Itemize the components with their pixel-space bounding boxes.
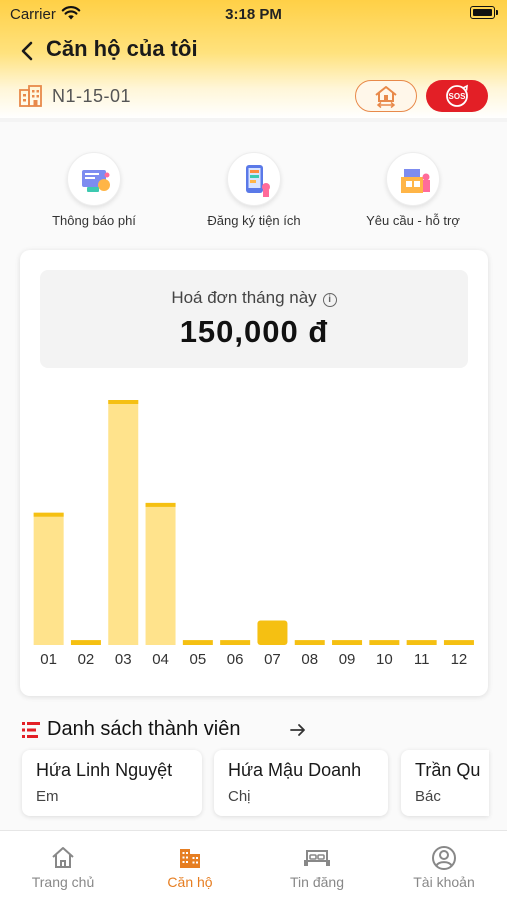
chart-bar-02[interactable] [70, 640, 101, 645]
tab-home[interactable]: Trang chủ [0, 831, 126, 900]
chart-tick-label: 10 [376, 651, 393, 668]
invoice-label-row: Hoá đơn tháng này i [40, 288, 468, 308]
chart-bar-10[interactable] [369, 640, 400, 645]
member-name: Hứa Linh Nguyệt [36, 760, 173, 780]
account-icon [432, 846, 456, 870]
member-name: Trần Qu [415, 760, 481, 780]
member-card[interactable]: Hứa Mậu Doanh Chị [214, 750, 388, 816]
quick-action-label: Thông báo phí [52, 213, 136, 228]
bed-icon [304, 850, 330, 866]
tab-apartment[interactable]: Căn hộ [127, 831, 253, 900]
tab-label: Căn hộ [167, 874, 213, 890]
tab-bar: Trang chủ Căn hộ Tin đăng Tài khoản [0, 830, 507, 900]
chart-bar-09[interactable] [332, 640, 363, 645]
back-button[interactable] [12, 36, 42, 66]
chart-tick-label: 11 [414, 651, 430, 668]
chart-bar-12[interactable] [443, 640, 474, 645]
tab-account[interactable]: Tài khoản [381, 831, 507, 900]
chart-bar-cap-03 [108, 400, 139, 404]
member-role: Bác [415, 788, 441, 805]
member-role: Em [36, 788, 59, 805]
main-content: Thông báo phí Đăng ký tiện ích Yêu cầu -… [0, 122, 507, 830]
clock: 3:18 PM [225, 6, 282, 23]
quick-action-support-request[interactable]: Yêu cầu - hỗ trợ [333, 152, 493, 228]
member-card[interactable]: Trần Qu Bác [401, 750, 489, 816]
invoice-label: Hoá đơn tháng này [171, 288, 317, 307]
switch-apartment-button[interactable] [355, 80, 417, 112]
quick-action-utility-registration[interactable]: Đăng ký tiện ích [174, 152, 334, 228]
member-role: Chị [228, 788, 251, 805]
sos-icon: SOS [446, 84, 468, 107]
chart-bar-cap-01 [33, 512, 64, 517]
list-icon [22, 722, 40, 738]
support-request-icon [386, 152, 440, 206]
chart-bar-11[interactable] [406, 640, 437, 645]
sos-button[interactable]: SOS [426, 80, 488, 112]
members-header[interactable]: Danh sách thành viên [0, 716, 507, 746]
chart-bar-03[interactable] [108, 400, 139, 645]
chart-tick-label: 12 [451, 651, 468, 668]
monthly-invoice-chart: 01 02 03 04 05 06 07 08 09 10 11 12 [33, 400, 474, 668]
fee-notice-icon [67, 152, 121, 206]
home-icon [52, 847, 74, 868]
chart-tick-label: 03 [115, 651, 132, 668]
member-name: Hứa Mậu Doanh [228, 760, 362, 780]
chart-bar-01[interactable] [33, 512, 64, 645]
chart-tick-label: 02 [78, 651, 95, 668]
chart-tick-label: 07 [264, 651, 281, 668]
members-title: Danh sách thành viên [47, 718, 241, 740]
battery-icon [470, 6, 498, 19]
chart-tick-label: 06 [227, 651, 244, 668]
sos-label: SOS [449, 92, 467, 101]
chart-tick-label: 08 [301, 651, 318, 668]
quick-action-fee-notice[interactable]: Thông báo phí [14, 152, 174, 228]
chart-bar-08[interactable] [294, 640, 325, 645]
home-swap-icon [374, 85, 397, 108]
chart-tick-label: 04 [152, 651, 169, 668]
apartment-code[interactable]: N1-15-01 [52, 86, 131, 107]
chart-bar-06[interactable] [220, 640, 251, 645]
apartment-selector-row: N1-15-01 SOS [0, 78, 507, 116]
page-title: Căn hộ của tôi [46, 36, 198, 61]
apartment-building-icon [19, 85, 42, 107]
quick-action-label: Yêu cầu - hỗ trợ [366, 213, 460, 228]
building-icon [180, 849, 200, 868]
invoice-amount: 150,000 đ [179, 314, 329, 349]
utility-registration-icon [227, 152, 281, 206]
quick-action-label: Đăng ký tiện ích [207, 213, 301, 228]
chart-bar-04[interactable] [145, 502, 176, 645]
chart-tick-label: 01 [40, 651, 57, 668]
tab-label: Trang chủ [31, 874, 95, 890]
chart-bar-07[interactable] [257, 620, 288, 646]
member-card[interactable]: Hứa Linh Nguyệt Em [22, 750, 202, 816]
chart-bar-cap-04 [145, 502, 176, 507]
tab-listings[interactable]: Tin đăng [254, 831, 380, 900]
arrow-right-icon[interactable] [288, 720, 308, 740]
navigation-bar: Căn hộ của tôi [0, 30, 507, 72]
chart-bar-05[interactable] [182, 640, 213, 645]
status-bar: Carrier 3:18 PM [0, 0, 507, 30]
tab-label: Tin đăng [290, 874, 344, 890]
chart-tick-label: 05 [190, 651, 207, 668]
info-icon[interactable]: i [322, 293, 337, 307]
chart-tick-label: 09 [339, 651, 356, 668]
invoice-card: Hoá đơn tháng này i 150,000 đ 01 02 03 04 05 0… [20, 250, 488, 696]
tab-label: Tài khoản [413, 874, 475, 890]
invoice-summary[interactable]: Hoá đơn tháng này i 150,000 đ [40, 270, 468, 368]
